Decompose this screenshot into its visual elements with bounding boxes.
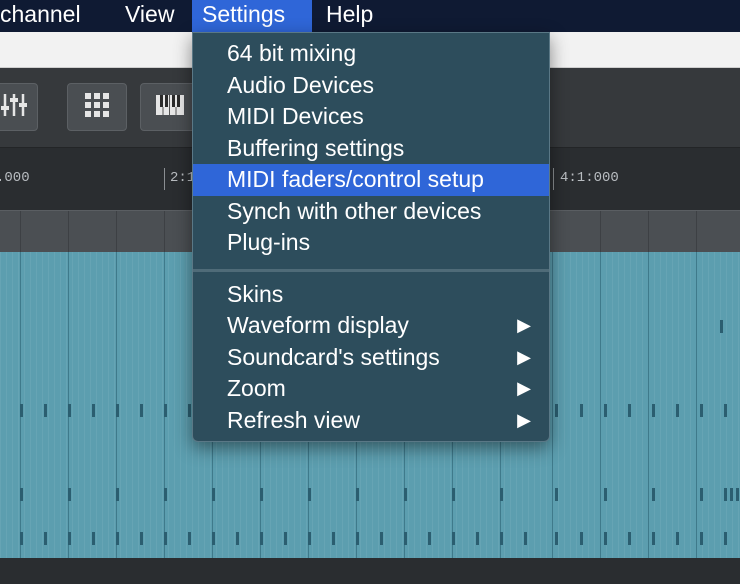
menu-item-label: Refresh view (227, 407, 360, 433)
menu-item-buffering-settings[interactable]: Buffering settings (193, 133, 549, 165)
menu-item-skins[interactable]: Skins (193, 279, 549, 311)
keyboard-button[interactable] (140, 83, 200, 131)
piano-keyboard-icon (155, 94, 185, 121)
menu-item-label: Zoom (227, 375, 286, 401)
menu-item-refresh-view[interactable]: Refresh view ▶ (193, 405, 549, 437)
mixer-faders-icon (0, 92, 29, 123)
menu-channel[interactable]: channel (0, 0, 91, 32)
menu-item-zoom[interactable]: Zoom ▶ (193, 373, 549, 405)
settings-dropdown-menu: 64 bit mixing Audio Devices MIDI Devices… (192, 32, 550, 442)
menu-item-64-bit-mixing[interactable]: 64 bit mixing (193, 38, 549, 70)
menu-item-label: Soundcard's settings (227, 344, 440, 370)
submenu-arrow-icon: ▶ (517, 347, 531, 367)
mixer-button[interactable] (0, 83, 38, 131)
menu-item-label: Skins (227, 281, 284, 307)
menu-settings[interactable]: Settings (192, 0, 312, 32)
submenu-arrow-icon: ▶ (517, 410, 531, 430)
submenu-arrow-icon: ▶ (517, 315, 531, 335)
menu-view[interactable]: View (115, 0, 184, 32)
menu-item-midi-devices[interactable]: MIDI Devices (193, 101, 549, 133)
menu-item-audio-devices[interactable]: Audio Devices (193, 70, 549, 102)
menu-item-midi-faders-control-setup[interactable]: MIDI faders/control setup (193, 164, 549, 196)
submenu-arrow-icon: ▶ (517, 378, 531, 398)
menu-item-plug-ins[interactable]: Plug-ins (193, 227, 549, 259)
menu-item-waveform-display[interactable]: Waveform display ▶ (193, 310, 549, 342)
ruler-label: .000 (0, 170, 30, 186)
track-footer (0, 558, 740, 584)
ruler-tick (553, 168, 554, 190)
ruler-tick (164, 168, 165, 190)
grid-pads-icon (84, 92, 110, 123)
ruler-label: 4:1:000 (560, 170, 619, 186)
pads-button[interactable] (67, 83, 127, 131)
menu-item-synch-with-other-devices[interactable]: Synch with other devices (193, 196, 549, 228)
menu-item-label: Waveform display (227, 312, 409, 338)
menu-separator (193, 269, 549, 272)
menu-help[interactable]: Help (316, 0, 383, 32)
menu-bar: channel View Settings Help (0, 0, 740, 32)
menu-item-soundcard-settings[interactable]: Soundcard's settings ▶ (193, 342, 549, 374)
